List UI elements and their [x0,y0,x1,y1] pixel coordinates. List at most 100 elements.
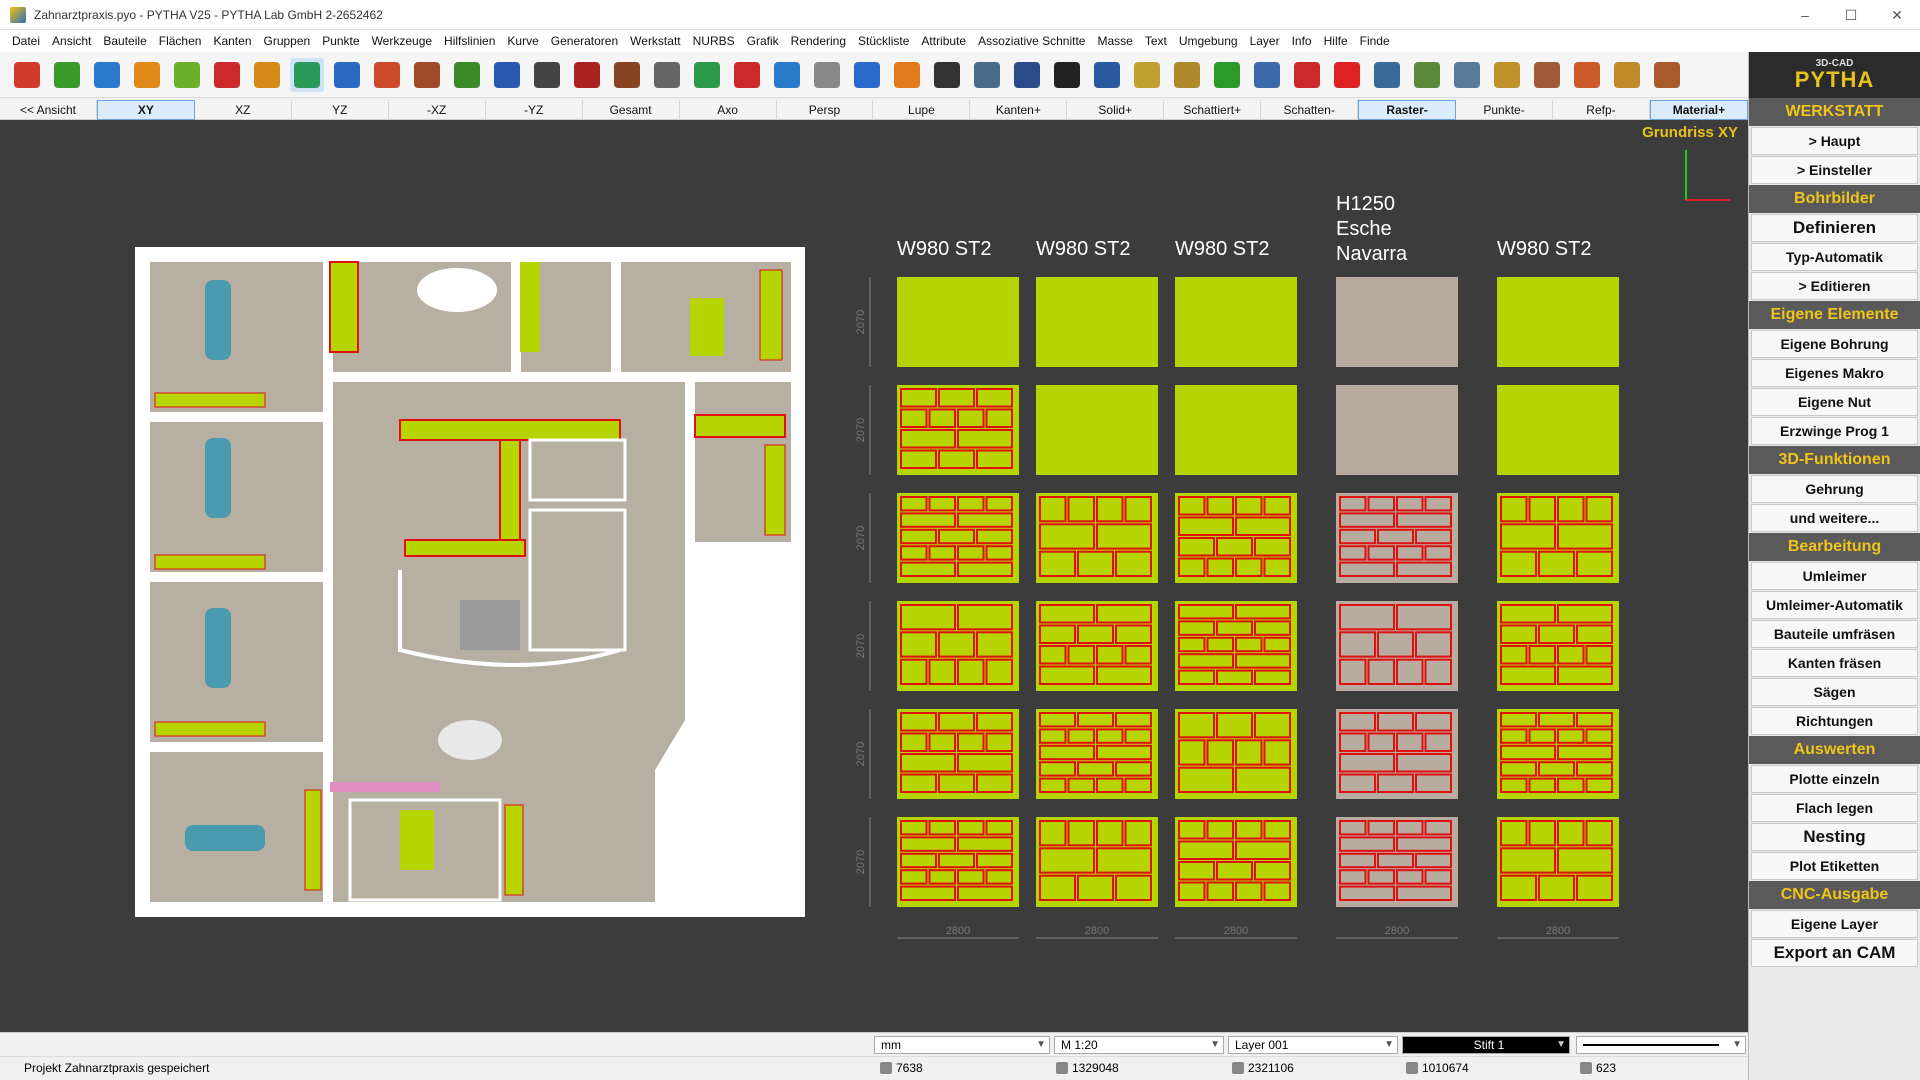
eigene-bohrung-button[interactable]: Eigene Bohrung [1751,330,1918,358]
nesting-sheet[interactable] [1336,385,1458,475]
menu-item-info[interactable]: Info [1286,34,1318,48]
menu-item-datei[interactable]: Datei [6,34,46,48]
count-tool-button[interactable] [1050,58,1084,92]
camera-tool-button[interactable] [530,58,564,92]
view-button-refp-16[interactable]: Refp- [1553,100,1650,120]
list-tool-button[interactable] [970,58,1004,92]
pen-select[interactable]: Stift 1 ▼ [1402,1036,1570,1054]
saegen-button[interactable]: Sägen [1751,678,1918,706]
editieren-button[interactable]: > Editieren [1751,272,1918,300]
view-button-xy-1[interactable]: XY [96,100,195,120]
haupt-button[interactable]: > Haupt [1751,127,1918,155]
export-cam-button[interactable]: Export an CAM [1751,939,1918,967]
view-button-schattiert-12[interactable]: Schattiert+ [1164,100,1262,120]
attr-tool-button[interactable] [930,58,964,92]
menu-item-bauteile[interactable]: Bauteile [97,34,152,48]
umleimer-automatik-button[interactable]: Umleimer-Automatik [1751,591,1918,619]
move-tool-button[interactable] [1370,58,1404,92]
layer-select[interactable]: Layer 001 ▼ [1228,1036,1398,1054]
eigene-layer-button[interactable]: Eigene Layer [1751,910,1918,938]
ring-tool-button[interactable] [170,58,204,92]
plane-tool-button[interactable] [650,58,684,92]
nesting-sheet[interactable] [1336,277,1458,367]
layers-tool-button[interactable] [1170,58,1204,92]
cube-tool-button[interactable] [10,58,44,92]
measure-tool-button[interactable] [490,58,524,92]
kanten-fraesen-button[interactable]: Kanten fräsen [1751,649,1918,677]
flach-legen-button[interactable]: Flach legen [1751,794,1918,822]
eigene-nut-button[interactable]: Eigene Nut [1751,388,1918,416]
view-button-gesamt-6[interactable]: Gesamt [583,100,680,120]
menu-item-hilfe[interactable]: Hilfe [1318,34,1354,48]
gear-tool-button[interactable] [250,58,284,92]
plotte-einzeln-button[interactable]: Plotte einzeln [1751,765,1918,793]
view-button-punkte-15[interactable]: Punkte- [1456,100,1553,120]
view-button-lupe-9[interactable]: Lupe [873,100,971,120]
menu-item-finde[interactable]: Finde [1354,34,1396,48]
definieren-button[interactable]: Definieren [1751,214,1918,242]
menu-item-umgebung[interactable]: Umgebung [1173,34,1244,48]
upload-tool-button[interactable] [690,58,724,92]
menu-item-attribute[interactable]: Attribute [915,34,972,48]
view-button-material-17[interactable]: Material+ [1649,100,1748,120]
view-button-xz-2[interactable]: XZ [195,100,292,120]
menu-item-rendering[interactable]: Rendering [785,34,852,48]
rotate-tool-button[interactable] [1410,58,1444,92]
cup-tool-button[interactable] [810,58,844,92]
delete-tool-button[interactable] [1330,58,1364,92]
umleimer-button[interactable]: Umleimer [1751,562,1918,590]
view-button-xz-4[interactable]: -XZ [389,100,486,120]
redo-tool-button[interactable] [890,58,924,92]
tree-tool-button[interactable] [1210,58,1244,92]
info-tool-button[interactable] [1250,58,1284,92]
menu-item-werkzeuge[interactable]: Werkzeuge [366,34,438,48]
tool-hammer-tool-button[interactable] [370,58,404,92]
scale-select[interactable]: M 1:20 ▼ [1054,1036,1224,1054]
menu-item-flächen[interactable]: Flächen [153,34,208,48]
spider-tool-button[interactable] [570,58,604,92]
undo-tool-button[interactable] [850,58,884,92]
bauteile-umfraesen-button[interactable]: Bauteile umfräsen [1751,620,1918,648]
view-button-persp-8[interactable]: Persp [777,100,874,120]
gehrung-button[interactable]: Gehrung [1751,475,1918,503]
magnet-tool-button[interactable] [770,58,804,92]
nesting-tool-button[interactable] [1490,58,1524,92]
view-button-schatten-13[interactable]: Schatten- [1261,100,1359,120]
drawing-canvas[interactable]: Grundriss XY W980 ST2 W980 ST2 W980 ST2 … [0,120,1748,1032]
minimize-button[interactable]: – [1782,0,1828,30]
erzwinge-prog-button[interactable]: Erzwinge Prog 1 [1751,417,1918,445]
menu-item-nurbs[interactable]: NURBS [687,34,741,48]
view-button-axo-7[interactable]: Axo [680,100,777,120]
richtungen-button[interactable]: Richtungen [1751,707,1918,735]
nesting-sheet[interactable] [1497,277,1619,367]
edge-tool-button[interactable] [290,57,324,92]
nesting-sheet[interactable] [897,277,1019,367]
menu-item-layer[interactable]: Layer [1244,34,1286,48]
eigenes-makro-button[interactable]: Eigenes Makro [1751,359,1918,387]
einsteller-button[interactable]: > Einsteller [1751,156,1918,184]
menu-item-hilfslinien[interactable]: Hilfslinien [438,34,501,48]
eye-tool-button[interactable] [610,58,644,92]
tool-pick-tool-button[interactable] [410,58,444,92]
nesting-sheet[interactable] [1036,385,1158,475]
nesting-sheet[interactable] [1497,385,1619,475]
view-button-yz-5[interactable]: -YZ [486,100,583,120]
lines-tool-button[interactable] [1010,58,1044,92]
menu-item-werkstatt[interactable]: Werkstatt [624,34,686,48]
view-button-raster-14[interactable]: Raster- [1358,100,1457,120]
unit-select[interactable]: mm ▼ [874,1036,1050,1054]
points-tool-button[interactable] [130,58,164,92]
linetype-select[interactable]: ▼ [1576,1036,1746,1054]
nesting-sheet[interactable] [1175,277,1297,367]
menu-item-masse[interactable]: Masse [1091,34,1138,48]
close-button[interactable]: ✕ [1874,0,1920,30]
menu-item-text[interactable]: Text [1139,34,1173,48]
menu-item-ansicht[interactable]: Ansicht [46,34,97,48]
menu-item-generatoren[interactable]: Generatoren [545,34,624,48]
block-tool-button[interactable] [50,58,84,92]
menu-item-assoziative-schnitte[interactable]: Assoziative Schnitte [972,34,1091,48]
refresh-tool-button[interactable] [1290,58,1324,92]
tool-brush-tool-button[interactable] [450,58,484,92]
nesting-sheet[interactable] [1175,385,1297,475]
view-button-ansicht-0[interactable]: << Ansicht [0,100,97,120]
